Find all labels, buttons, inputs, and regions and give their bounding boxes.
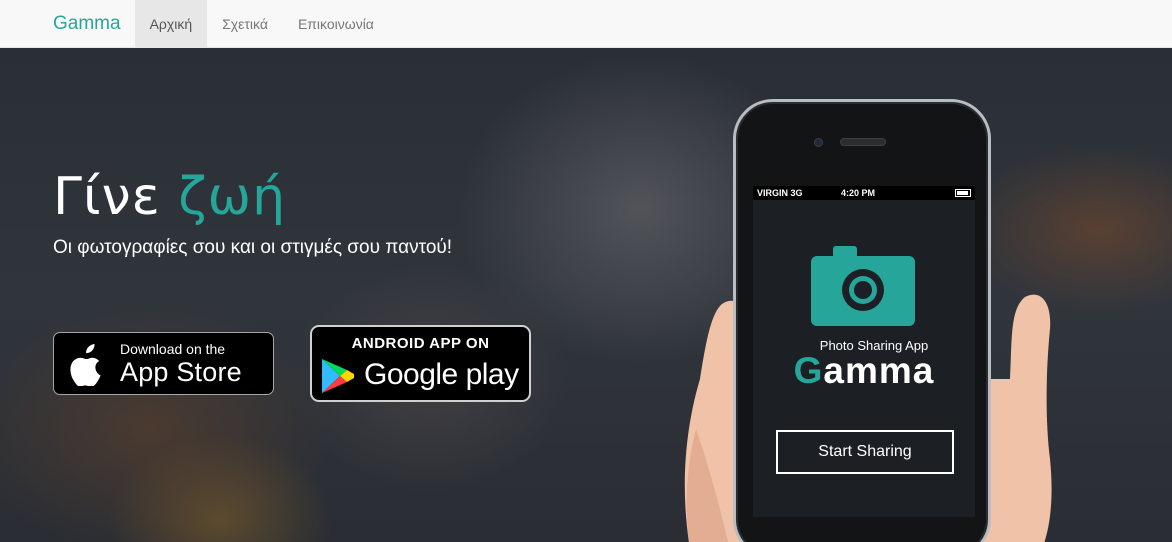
time-label: 4:20 PM	[841, 188, 876, 198]
camera-icon	[811, 246, 915, 326]
hero-title-accent: ζωή	[178, 167, 287, 227]
phone-screen: VIRGIN 3G 4:20 PM Photo Sharing App Gamm…	[753, 186, 975, 517]
hero-subtitle: Οι φωτογραφίες σου και οι στιγμές σου πα…	[53, 237, 453, 258]
hero-title-main: Γίνε	[53, 167, 179, 227]
nav-item-contact[interactable]: Επικοινωνία	[283, 0, 389, 48]
nav-item-about[interactable]: Σχετικά	[207, 0, 283, 48]
phone-mockup: VIRGIN 3G 4:20 PM Photo Sharing App Gamm…	[733, 99, 991, 542]
google-play-top-label: ANDROID APP ON	[351, 335, 490, 352]
hero-title: Γίνε ζωή	[53, 167, 286, 227]
carrier-label: VIRGIN 3G	[757, 188, 803, 198]
nav-menu: Αρχική Σχετικά Επικοινωνία	[134, 0, 389, 48]
navbar: Gamma Αρχική Σχετικά Επικοινωνία	[0, 0, 1172, 48]
nav-item-home[interactable]: Αρχική	[134, 0, 208, 48]
hero-section: Γίνε ζωή Οι φωτογραφίες σου και οι στιγμ…	[0, 49, 1172, 542]
app-store-button[interactable]: Download on the App Store	[53, 332, 274, 395]
app-name: Gamma	[753, 350, 975, 392]
battery-icon	[955, 189, 971, 197]
phone-speaker	[840, 138, 886, 146]
app-name-initial: G	[793, 350, 824, 391]
app-store-text: Download on the App Store	[120, 342, 242, 386]
google-play-bottom-label: Google play	[364, 358, 519, 391]
front-camera	[814, 138, 823, 147]
brand-link[interactable]: Gamma	[53, 13, 121, 35]
app-store-small-label: Download on the	[120, 340, 226, 357]
app-name-rest: amma	[823, 350, 935, 391]
start-sharing-button: Start Sharing	[776, 430, 954, 474]
apple-icon	[70, 343, 101, 386]
app-store-big-label: App Store	[120, 356, 242, 387]
google-play-icon	[322, 359, 354, 393]
google-play-button[interactable]: ANDROID APP ON Google play	[310, 325, 531, 402]
phone-status-bar: VIRGIN 3G 4:20 PM	[753, 186, 975, 200]
